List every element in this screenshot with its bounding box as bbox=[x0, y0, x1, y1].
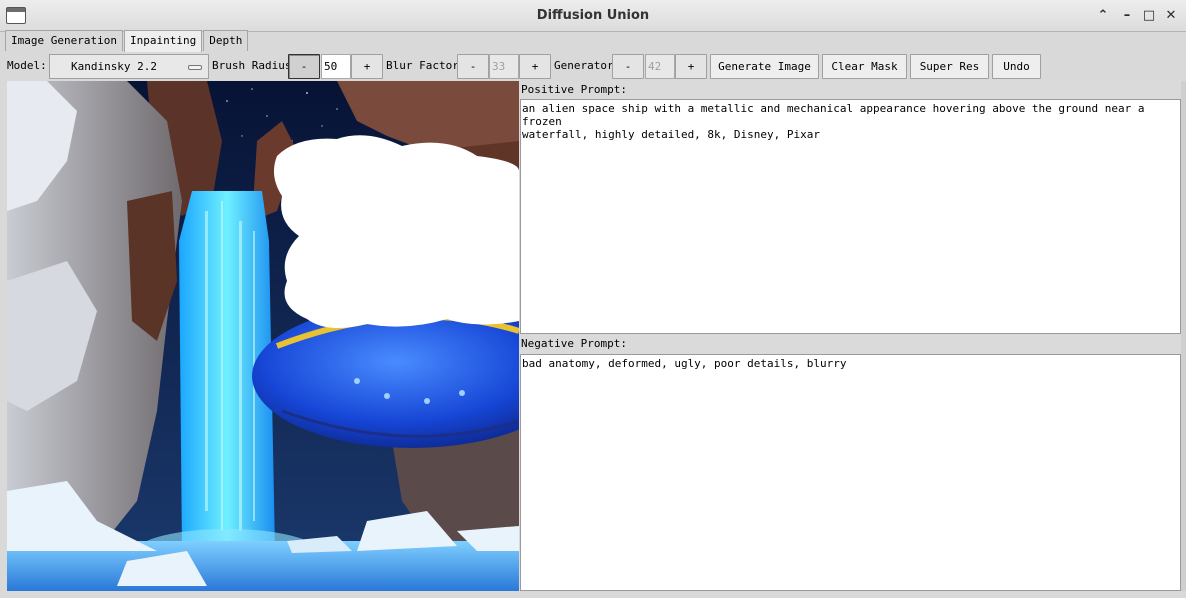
super-res-button[interactable]: Super Res bbox=[910, 54, 989, 79]
model-label: Model: bbox=[7, 59, 47, 72]
blur-factor-increase-button[interactable]: + bbox=[519, 54, 551, 79]
model-select[interactable]: Kandinsky 2.2 bbox=[49, 54, 209, 79]
title-bar: Diffusion Union ⌃ – □ ✕ bbox=[0, 0, 1186, 32]
negative-prompt-textarea[interactable]: bad anatomy, deformed, ugly, poor detail… bbox=[520, 354, 1181, 591]
window-edge bbox=[1181, 81, 1186, 591]
brush-radius-decrease-button[interactable]: - bbox=[288, 54, 320, 79]
positive-prompt-label: Positive Prompt: bbox=[520, 81, 1181, 100]
generated-image bbox=[7, 81, 519, 591]
blur-factor-decrease-button[interactable]: - bbox=[457, 54, 489, 79]
inpainting-canvas[interactable] bbox=[7, 81, 519, 591]
negative-prompt-label: Negative Prompt: bbox=[520, 335, 1181, 354]
clear-mask-button[interactable]: Clear Mask bbox=[822, 54, 907, 79]
undo-button[interactable]: Undo bbox=[992, 54, 1041, 79]
inpainting-mask bbox=[273, 135, 519, 328]
tab-depth[interactable]: Depth bbox=[203, 30, 249, 51]
window-title: Diffusion Union bbox=[536, 8, 650, 23]
brush-radius-input[interactable]: 50 bbox=[321, 54, 351, 79]
brush-radius-label: Brush Radius bbox=[212, 59, 292, 72]
brush-radius-increase-button[interactable]: + bbox=[351, 54, 383, 79]
tab-inpainting[interactable]: Inpainting bbox=[123, 30, 203, 52]
positive-prompt-textarea[interactable]: an alien space ship with a metallic and … bbox=[520, 99, 1181, 334]
dropdown-indicator-icon bbox=[188, 65, 202, 70]
tab-bar: Image Generation Inpainting Depth bbox=[5, 30, 249, 52]
blur-factor-label: Blur Factor bbox=[386, 59, 459, 72]
generator-seed-input[interactable]: 42 bbox=[645, 54, 675, 79]
close-icon[interactable]: ✕ bbox=[1163, 8, 1179, 24]
generate-image-button[interactable]: Generate Image bbox=[710, 54, 819, 79]
shade-icon[interactable]: ⌃ bbox=[1095, 8, 1111, 24]
tab-image-generation[interactable]: Image Generation bbox=[5, 30, 123, 51]
model-select-value: Kandinsky 2.2 bbox=[70, 60, 158, 73]
generator-increase-button[interactable]: + bbox=[675, 54, 707, 79]
maximize-icon[interactable]: □ bbox=[1141, 8, 1157, 24]
blur-factor-input[interactable]: 33 bbox=[489, 54, 519, 79]
generator-decrease-button[interactable]: - bbox=[612, 54, 644, 79]
minimize-icon[interactable]: – bbox=[1119, 8, 1135, 24]
generator-label: Generator bbox=[554, 59, 614, 72]
toolbar: Model: Kandinsky 2.2 Brush Radius - 50 +… bbox=[0, 51, 1186, 81]
